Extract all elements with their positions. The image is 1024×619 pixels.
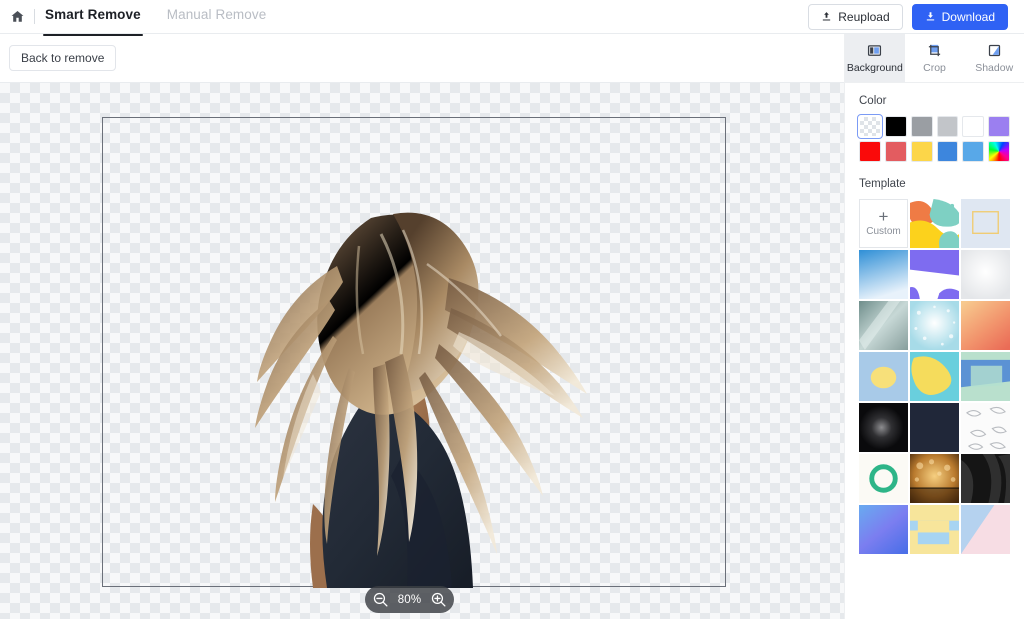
- panel-tab-crop[interactable]: Crop: [905, 34, 965, 82]
- panel-body: Color Template + Custom: [845, 83, 1024, 554]
- download-button[interactable]: Download: [911, 3, 1008, 30]
- crop-icon: [927, 43, 942, 59]
- subject-image[interactable]: [253, 204, 593, 588]
- template-yellow-shape-on-teal[interactable]: [910, 352, 959, 401]
- template-gold-bokeh-stage[interactable]: [910, 454, 959, 503]
- template-grid: + Custom: [859, 199, 1010, 554]
- canvas-frame[interactable]: [102, 117, 726, 588]
- app-root: Smart Remove Manual Remove Reupload Down…: [0, 0, 1024, 619]
- color-swatch-red[interactable]: [859, 141, 881, 162]
- template-pale-blue-frame[interactable]: [961, 199, 1010, 248]
- panel-tab-background[interactable]: Background: [845, 34, 905, 82]
- tab-smart-remove[interactable]: Smart Remove: [43, 6, 143, 36]
- panel-tabs: Background Crop Shadow: [845, 34, 1024, 83]
- color-section-title: Color: [859, 95, 887, 107]
- top-bar: Smart Remove Manual Remove Reupload Down…: [0, 0, 1024, 36]
- upload-icon: [823, 12, 831, 21]
- home-icon: [11, 11, 23, 22]
- tab-manual-remove-label: Manual Remove: [166, 7, 267, 22]
- color-swatch-gray[interactable]: [910, 116, 933, 137]
- tab-smart-remove-label: Smart Remove: [45, 7, 141, 22]
- zoom-level-value: 80%: [397, 593, 422, 606]
- top-bar-actions: Reupload Download: [808, 3, 1024, 30]
- color-swatch-rainbow[interactable]: [988, 141, 1010, 162]
- color-swatch-purple[interactable]: [988, 116, 1010, 137]
- template-icy-sparkle[interactable]: [910, 301, 959, 350]
- plus-icon: +: [878, 207, 889, 226]
- color-swatch-light-blue[interactable]: [962, 141, 985, 162]
- template-orange-peach-gradient[interactable]: [961, 301, 1010, 350]
- template-section-title: Template: [859, 178, 906, 190]
- back-to-remove-button[interactable]: Back to remove: [9, 45, 117, 71]
- template-grey-green-streak[interactable]: [859, 301, 908, 350]
- download-icon: [926, 12, 934, 21]
- header-divider: [34, 9, 35, 24]
- color-swatch-white[interactable]: [962, 116, 985, 137]
- sub-bar: Back to remove: [0, 34, 844, 83]
- color-swatch-black[interactable]: [884, 116, 907, 137]
- panel-tab-shadow-label: Shadow: [975, 61, 1014, 74]
- panel-tab-crop-label: Crop: [923, 61, 946, 74]
- reupload-button[interactable]: Reupload: [808, 3, 903, 30]
- template-yellow-blue-blocks[interactable]: [910, 505, 959, 554]
- template-dark-glow[interactable]: [859, 403, 908, 452]
- template-custom-label: Custom: [866, 226, 901, 237]
- template-blue-gradient[interactable]: [859, 250, 908, 299]
- template-green-ring-on-cream[interactable]: [859, 454, 908, 503]
- color-swatch-blue[interactable]: [936, 141, 959, 162]
- template-navy-texture[interactable]: [910, 403, 959, 452]
- template-blue-green-rectangles[interactable]: [961, 352, 1010, 401]
- color-swatch-transparent[interactable]: [857, 114, 883, 139]
- canvas-workspace[interactable]: 80%: [0, 83, 844, 619]
- color-swatch-coral[interactable]: [884, 141, 907, 162]
- reupload-label: Reupload: [838, 9, 890, 24]
- template-blue-pink-diagonal[interactable]: [961, 505, 1010, 554]
- color-swatch-light-gray[interactable]: [936, 116, 959, 137]
- right-panel: Background Crop Shadow Color Template + …: [844, 34, 1024, 619]
- zoom-control: 80%: [365, 586, 454, 613]
- panel-tab-shadow[interactable]: Shadow: [964, 34, 1024, 82]
- color-swatch-grid: [857, 114, 1010, 162]
- shadow-icon: [987, 43, 1002, 59]
- zoom-in-icon[interactable]: [430, 591, 447, 608]
- color-swatch-yellow[interactable]: [910, 141, 933, 162]
- template-white-feathers[interactable]: [961, 403, 1010, 452]
- template-purple-white-geometric[interactable]: [910, 250, 959, 299]
- panel-tab-background-label: Background: [846, 61, 903, 74]
- template-blue-violet-gradient[interactable]: [859, 505, 908, 554]
- background-icon: [867, 43, 882, 59]
- home-button[interactable]: [0, 0, 34, 34]
- template-abstract-shapes[interactable]: [910, 199, 959, 248]
- back-to-remove-label: Back to remove: [21, 51, 105, 65]
- template-yellow-circle-on-blue[interactable]: [859, 352, 908, 401]
- tab-manual-remove[interactable]: Manual Remove: [167, 6, 267, 27]
- template-black-silk-fabric[interactable]: [961, 454, 1010, 503]
- template-custom-button[interactable]: + Custom: [859, 199, 908, 248]
- zoom-out-icon[interactable]: [372, 591, 389, 608]
- template-white-soft-glow[interactable]: [961, 250, 1010, 299]
- download-label: Download: [941, 9, 995, 24]
- subject-image-graphic: [255, 212, 587, 588]
